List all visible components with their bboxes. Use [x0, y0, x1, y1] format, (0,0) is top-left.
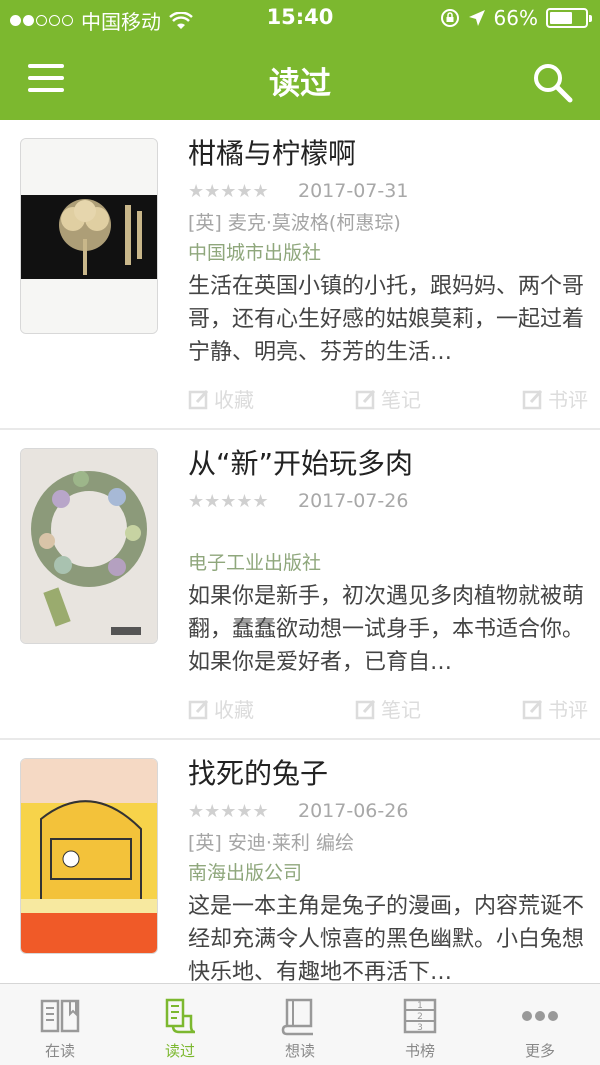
book-meta: ★★★★★ 2017-07-26: [188, 484, 588, 518]
book-info: 找死的兔子 ★★★★★ 2017-06-26 [英] 安迪·莱利 编绘 南海出版…: [188, 754, 588, 982]
list-item[interactable]: 找死的兔子 ★★★★★ 2017-06-26 [英] 安迪·莱利 编绘 南海出版…: [0, 740, 600, 982]
edit-icon: [355, 389, 376, 409]
book-author: [英] 安迪·莱利 编绘: [188, 832, 354, 854]
tab-more[interactable]: 更多: [480, 984, 600, 1065]
book-meta: ★★★★★ 2017-06-26: [188, 794, 588, 828]
book-description: 生活在英国小镇的小托，跟妈妈、两个哥哥，还有心生好感的姑娘莫莉，一起过着宁静、明…: [188, 274, 585, 365]
star-rating: ★★★★★: [188, 800, 269, 822]
book-info: 从“新”开始玩多肉 ★★★★★ 2017-07-26 电子工业出版社 如果你是新…: [188, 444, 588, 679]
star-rating: ★★★★★: [188, 180, 269, 202]
top-bar: 中国移动 15:40 66% 读过: [0, 0, 600, 120]
edit-icon: [522, 699, 543, 719]
book-author: [188, 518, 588, 548]
book-cover[interactable]: [20, 138, 158, 334]
book-description: 这是一本主角是兔子的漫画，内容荒诞不经却充满令人惊喜的黑色幽默。小白兔想快乐地、…: [188, 894, 585, 982]
battery-percent: 66%: [493, 6, 538, 30]
tab-bar: 在读 读过 想读 1 2 3 书榜 更多: [0, 983, 600, 1065]
navigation-bar: 读过: [0, 40, 600, 120]
tab-want-to-read[interactable]: 想读: [240, 984, 360, 1065]
ranking-icon: 1 2 3: [403, 998, 437, 1034]
notes-label: 笔记: [381, 698, 421, 722]
read-date: 2017-07-26: [298, 490, 409, 512]
svg-text:1: 1: [417, 1001, 423, 1011]
location-icon: [468, 10, 485, 26]
book-title[interactable]: 找死的兔子: [188, 754, 588, 794]
cover-image: [21, 759, 157, 953]
tab-read[interactable]: 读过: [120, 984, 240, 1065]
tab-reading[interactable]: 在读: [0, 984, 120, 1065]
book-cover[interactable]: [20, 758, 158, 954]
cover-image: [21, 139, 157, 333]
more-icon: [522, 1011, 558, 1021]
book-cover[interactable]: [20, 448, 158, 644]
list-item[interactable]: 从“新”开始玩多肉 ★★★★★ 2017-07-26 电子工业出版社 如果你是新…: [0, 430, 600, 740]
book-publisher: 中国城市出版社: [188, 242, 322, 264]
book-info: 柑橘与柠檬啊 ★★★★★ 2017-07-31 [英] 麦克·莫波格(柯惠琮) …: [188, 134, 588, 369]
edit-icon: [188, 699, 209, 719]
book-title[interactable]: 柑橘与柠檬啊: [188, 134, 588, 174]
book-title[interactable]: 从“新”开始玩多肉: [188, 444, 588, 484]
collect-button[interactable]: 收藏: [188, 384, 254, 413]
tab-label: 读过: [164, 1042, 195, 1060]
collect-label: 收藏: [214, 698, 254, 722]
battery-icon: [546, 8, 592, 28]
notes-button[interactable]: 笔记: [355, 694, 421, 723]
book-meta: ★★★★★ 2017-07-31: [188, 174, 588, 208]
tab-label: 更多: [524, 1042, 555, 1060]
edit-icon: [188, 389, 209, 409]
list-item[interactable]: 柑橘与柠檬啊 ★★★★★ 2017-07-31 [英] 麦克·莫波格(柯惠琮) …: [0, 120, 600, 430]
review-button[interactable]: 书评: [522, 384, 588, 413]
svg-text:2: 2: [417, 1012, 423, 1022]
star-rating: ★★★★★: [188, 490, 269, 512]
edit-icon: [355, 699, 376, 719]
search-icon[interactable]: [530, 60, 574, 104]
book-list: 柑橘与柠檬啊 ★★★★★ 2017-07-31 [英] 麦克·莫波格(柯惠琮) …: [0, 120, 600, 982]
book-actions: 收藏 笔记 书评: [188, 694, 588, 723]
edit-icon: [522, 389, 543, 409]
review-button[interactable]: 书评: [522, 694, 588, 723]
scroll-icon: [165, 998, 196, 1034]
collect-label: 收藏: [214, 388, 254, 412]
tab-label: 想读: [284, 1042, 315, 1060]
book-author: [英] 麦克·莫波格(柯惠琮): [188, 212, 401, 234]
notes-button[interactable]: 笔记: [355, 384, 421, 413]
tab-label: 在读: [44, 1042, 75, 1060]
status-right: 66%: [440, 6, 592, 30]
page-title: 读过: [269, 66, 331, 102]
collect-button[interactable]: 收藏: [188, 694, 254, 723]
book-publisher: 南海出版公司: [188, 862, 303, 884]
open-book-icon: [40, 999, 80, 1033]
review-label: 书评: [548, 698, 588, 722]
tab-label: 书榜: [404, 1042, 435, 1060]
read-date: 2017-06-26: [298, 800, 409, 822]
book-actions: 收藏 笔记 书评: [188, 384, 588, 413]
tab-ranking[interactable]: 1 2 3 书榜: [360, 984, 480, 1065]
book-description: 如果你是新手，初次遇见多肉植物就被萌翻，蠢蠢欲动想一试身手，本书适合你。如果你是…: [188, 584, 585, 675]
status-bar: 中国移动 15:40 66%: [0, 0, 600, 40]
book-publisher: 电子工业出版社: [188, 552, 322, 574]
review-label: 书评: [548, 388, 588, 412]
read-date: 2017-07-31: [298, 180, 409, 202]
cover-image: [21, 449, 157, 643]
notes-label: 笔记: [381, 388, 421, 412]
rotation-lock-icon: [440, 9, 459, 27]
books-icon: [281, 998, 313, 1036]
svg-text:3: 3: [417, 1023, 423, 1033]
